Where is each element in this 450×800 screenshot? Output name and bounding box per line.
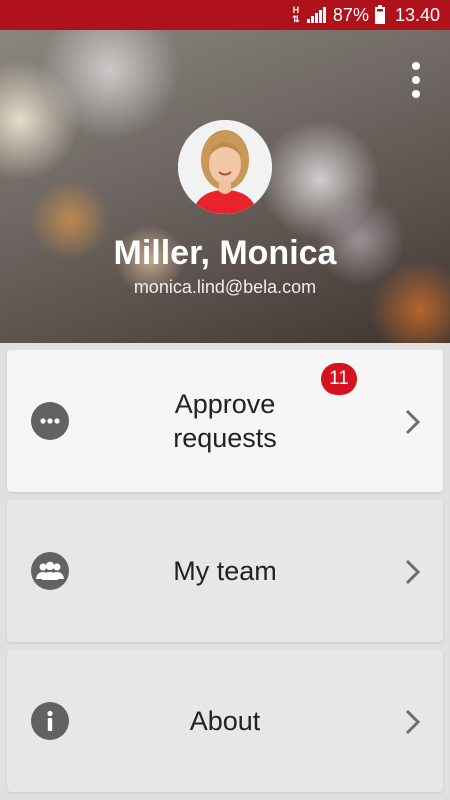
overflow-menu-icon[interactable] <box>412 62 420 98</box>
chevron-right-icon <box>405 409 421 435</box>
avatar <box>178 120 272 214</box>
team-icon <box>31 552 69 590</box>
more-dots-icon <box>31 402 69 440</box>
signal-strength-icon <box>306 7 327 23</box>
approve-requests-card[interactable]: Approve requests 11 <box>7 350 443 492</box>
my-team-label: My team <box>173 556 277 586</box>
battery-percent: 87% <box>332 4 369 25</box>
chevron-right-icon <box>405 559 421 585</box>
about-label: About <box>189 706 261 736</box>
my-team-card[interactable]: My team <box>7 500 443 642</box>
profile-email: monica.lind@bela.com <box>133 277 317 297</box>
pending-count-badge: 11 <box>321 363 357 395</box>
about-card[interactable]: About <box>7 650 443 792</box>
approve-requests-label: Approve requests <box>173 389 277 453</box>
profile-header: Miller, Monica monica.lind@bela.com <box>0 30 450 343</box>
network-type-icon: H ⇅ <box>292 5 300 24</box>
clock: 13.40 <box>394 4 440 25</box>
status-bar: H ⇅ 87% 13.40 <box>0 0 450 30</box>
battery-icon <box>374 4 385 24</box>
info-icon <box>31 702 69 740</box>
chevron-right-icon <box>405 709 421 735</box>
profile-name: Miller, Monica <box>113 234 337 272</box>
